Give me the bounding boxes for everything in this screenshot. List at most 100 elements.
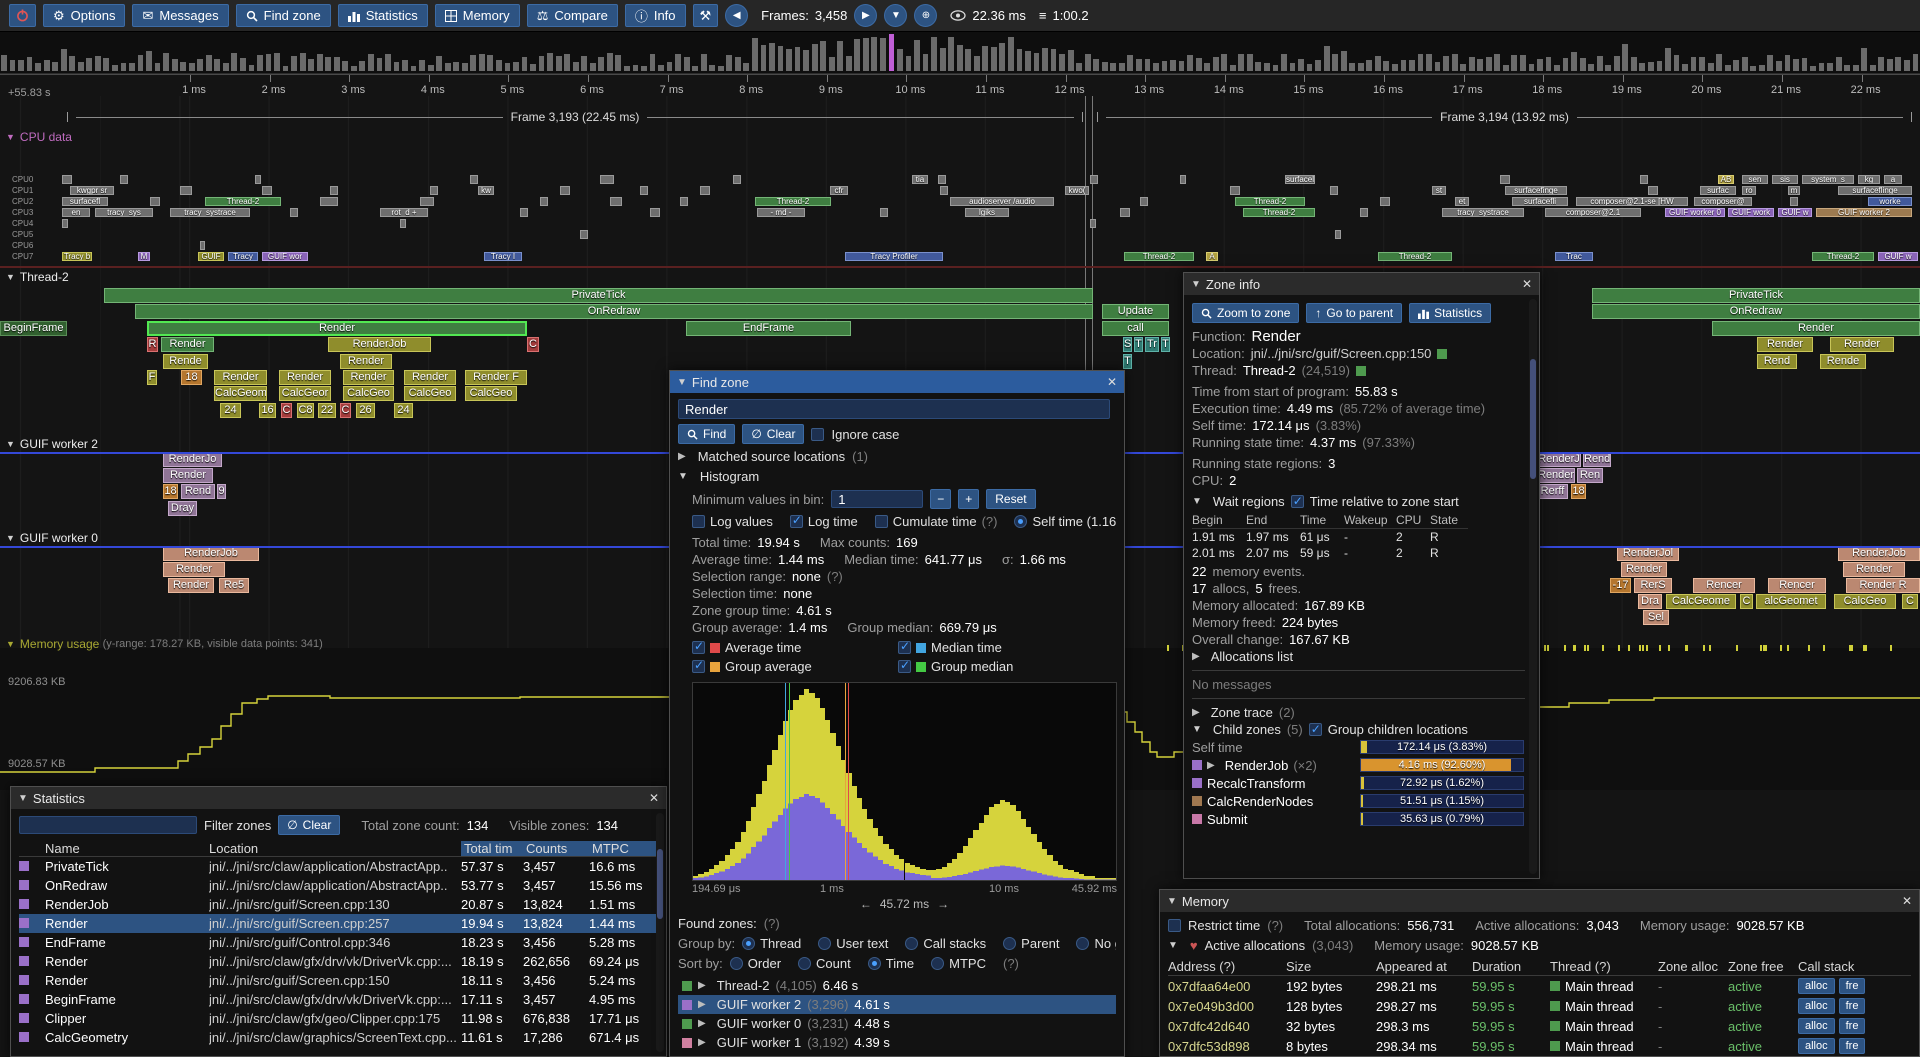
radio-order[interactable]: Order — [730, 956, 781, 971]
cpu-segment[interactable]: worke — [1868, 197, 1912, 206]
cpu-segment[interactable]: tracy_systrace — [170, 208, 250, 217]
min-bin-input[interactable]: 1 — [831, 490, 923, 508]
cpu-segment[interactable]: M — [138, 252, 150, 261]
frame-bar[interactable] — [257, 55, 263, 71]
zone-renderjob[interactable]: RenderJob — [163, 546, 259, 561]
frame-bar[interactable] — [923, 54, 929, 71]
thread-header-thread2[interactable]: ▼Thread-2 — [6, 269, 69, 284]
frame-bar[interactable] — [795, 47, 801, 71]
collapse-icon[interactable]: ▼ — [1167, 896, 1177, 907]
frame-bar[interactable] — [1750, 66, 1756, 71]
increase-bin-button[interactable]: + — [958, 489, 979, 509]
zone-s[interactable]: S — [1123, 337, 1132, 352]
radio-user-text[interactable]: User text — [818, 936, 888, 951]
zone-ren[interactable]: Ren — [1577, 468, 1603, 483]
frame-bar[interactable] — [948, 37, 954, 71]
frame-bar[interactable] — [940, 48, 946, 71]
radio-time[interactable]: Time — [868, 956, 914, 971]
zone-render[interactable]: Render — [1757, 337, 1813, 352]
frame-bar[interactable] — [342, 61, 348, 71]
frame-bar[interactable] — [1196, 58, 1202, 71]
zone-24[interactable]: 24 — [394, 403, 413, 418]
cpu-segment[interactable]: Tracy I — [484, 252, 522, 261]
cpu-segment[interactable]: GUIF worker 0 — [1665, 208, 1725, 217]
cpu-segment[interactable]: Thread-2 — [755, 197, 831, 206]
frame-bar[interactable] — [197, 59, 203, 71]
frame-bar[interactable] — [1366, 60, 1372, 71]
cpu-segment[interactable]: et — [1455, 197, 1469, 206]
frame-bar[interactable] — [1503, 65, 1509, 71]
statistics-titlebar[interactable]: ▼ Statistics ✕ — [11, 787, 666, 809]
restrict-time-checkbox[interactable] — [1168, 919, 1181, 932]
zone-c[interactable]: C — [1740, 594, 1753, 609]
frame-bar[interactable] — [1127, 55, 1133, 71]
frame-bar[interactable] — [1076, 63, 1082, 71]
zone-t[interactable]: T — [1134, 337, 1143, 352]
frame-bar[interactable] — [487, 55, 493, 71]
relative-time-checkbox[interactable] — [1291, 495, 1304, 508]
zone-dra[interactable]: Dra — [1638, 594, 1662, 609]
statistics-row-privatetick[interactable]: PrivateTickjni/../jni/src/claw/applicati… — [19, 857, 658, 876]
callstack-button-fre[interactable]: fre — [1839, 1018, 1866, 1034]
radio-parent[interactable]: Parent — [1003, 936, 1059, 951]
cpu-segment[interactable]: Thread-2 — [1243, 208, 1315, 217]
zone-render[interactable]: Render — [161, 337, 214, 352]
frame-bar[interactable] — [231, 53, 237, 71]
zone-rend[interactable]: Rend — [1757, 354, 1797, 369]
frame-bar[interactable] — [1298, 59, 1304, 71]
frame-bar[interactable] — [453, 62, 459, 71]
child-zone-renderjob[interactable]: ▶RenderJob(×2)4.16 ms (92.60%) — [1192, 756, 1525, 774]
zone-calcgeo[interactable]: CalcGeo — [343, 386, 394, 401]
power-button[interactable] — [9, 4, 36, 27]
cpu-segment[interactable]: Thread-2 — [1235, 197, 1305, 206]
zone-rende[interactable]: Rende — [1820, 354, 1866, 369]
cpu-segment[interactable]: sen — [1742, 175, 1768, 184]
frame-bar[interactable] — [206, 55, 212, 71]
frame-bar[interactable] — [675, 54, 681, 71]
cpu-segment[interactable]: ro — [1742, 186, 1756, 195]
frame-bar[interactable] — [1324, 46, 1330, 71]
frame-bar[interactable] — [1631, 57, 1637, 71]
frame-bar[interactable] — [1563, 58, 1569, 71]
decrease-bin-button[interactable]: − — [930, 489, 951, 509]
legend-average-time[interactable]: Average time — [692, 640, 888, 655]
frame-bar[interactable] — [1486, 57, 1492, 71]
frame-bar[interactable] — [667, 62, 673, 71]
zone-t[interactable]: T — [1161, 337, 1170, 352]
frame-bar[interactable] — [1, 55, 7, 71]
find-button[interactable]: Find — [678, 424, 735, 444]
close-icon[interactable]: ✕ — [1902, 894, 1912, 908]
frame-bar[interactable] — [1511, 55, 1517, 71]
zone-privatetick[interactable]: PrivateTick — [104, 288, 1093, 303]
frame-bar[interactable] — [1597, 56, 1603, 71]
frame-bar[interactable] — [419, 60, 425, 71]
frame-bar[interactable] — [18, 60, 24, 71]
cpu-segment[interactable]: audioserver /audio — [950, 197, 1054, 206]
frame-bar[interactable] — [300, 53, 306, 71]
child-zones-header[interactable]: ▼Child zones(5) Group children locations — [1192, 721, 1525, 738]
frame-bar[interactable] — [1341, 51, 1347, 72]
allocations-list-toggle[interactable]: ▶Allocations list — [1192, 648, 1525, 665]
frame-bar[interactable] — [709, 65, 715, 71]
frame-bar[interactable] — [1742, 57, 1748, 71]
frame-bar[interactable] — [692, 66, 698, 71]
frame-bar[interactable] — [1733, 60, 1739, 71]
find-zone-button[interactable]: Find zone — [236, 4, 331, 27]
callstack-button-alloc[interactable]: alloc — [1798, 998, 1835, 1014]
zone-render[interactable]: Render — [147, 321, 527, 336]
frame-bar[interactable] — [590, 63, 596, 71]
frame-bar[interactable] — [52, 62, 58, 71]
go-to-parent-button[interactable]: ↑Go to parent — [1306, 303, 1402, 323]
frame-bar[interactable] — [1537, 59, 1543, 71]
frame-bar[interactable] — [411, 66, 417, 71]
frame-bar[interactable] — [249, 65, 255, 71]
child-zone-submit[interactable]: Submit35.63 μs (0.79%) — [1192, 810, 1525, 828]
statistics-row-endframe[interactable]: EndFramejni/../jni/src/guif/Control.cpp:… — [19, 933, 658, 952]
frame-bar[interactable] — [1759, 65, 1765, 71]
frame-bar[interactable] — [129, 63, 135, 71]
zone-render-f[interactable]: Render F — [465, 370, 527, 385]
zone-calcgeome[interactable]: CalcGeome — [214, 386, 267, 401]
histogram-plot[interactable] — [692, 682, 1117, 881]
frame-bar[interactable] — [1477, 59, 1483, 71]
callstack-button-fre[interactable]: fre — [1839, 978, 1866, 994]
